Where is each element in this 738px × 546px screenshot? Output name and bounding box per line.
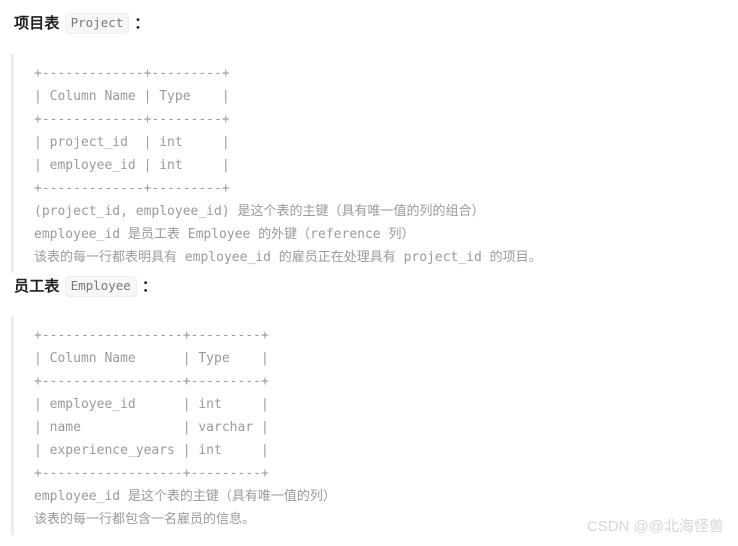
section-heading-label-project: 项目表 [14,15,60,32]
inline-code-employee: Employee [64,276,137,297]
inline-code-project: Project [64,13,130,34]
section-heading-colon-employee: ： [141,278,157,295]
article-page: 项目表 Project ： +-------------+---------+ … [0,0,738,546]
ascii-table-project: +-------------+---------+ | Column Name … [34,66,542,265]
section-heading-project: 项目表 Project ： [14,13,149,34]
csdn-watermark: CSDN @@北海怪兽 [586,518,724,535]
code-block-project-content: +-------------+---------+ | Column Name … [34,62,542,269]
code-block-project: +-------------+---------+ | Column Name … [11,54,542,273]
section-heading-employee: 员工表 Employee ： [14,276,157,297]
section-heading-colon-project: ： [134,15,150,32]
code-block-employee: +------------------+---------+ | Column … [11,316,336,535]
section-heading-label-employee: 员工表 [14,278,60,295]
code-block-employee-content: +------------------+---------+ | Column … [34,324,336,531]
ascii-table-employee: +------------------+---------+ | Column … [34,328,336,527]
